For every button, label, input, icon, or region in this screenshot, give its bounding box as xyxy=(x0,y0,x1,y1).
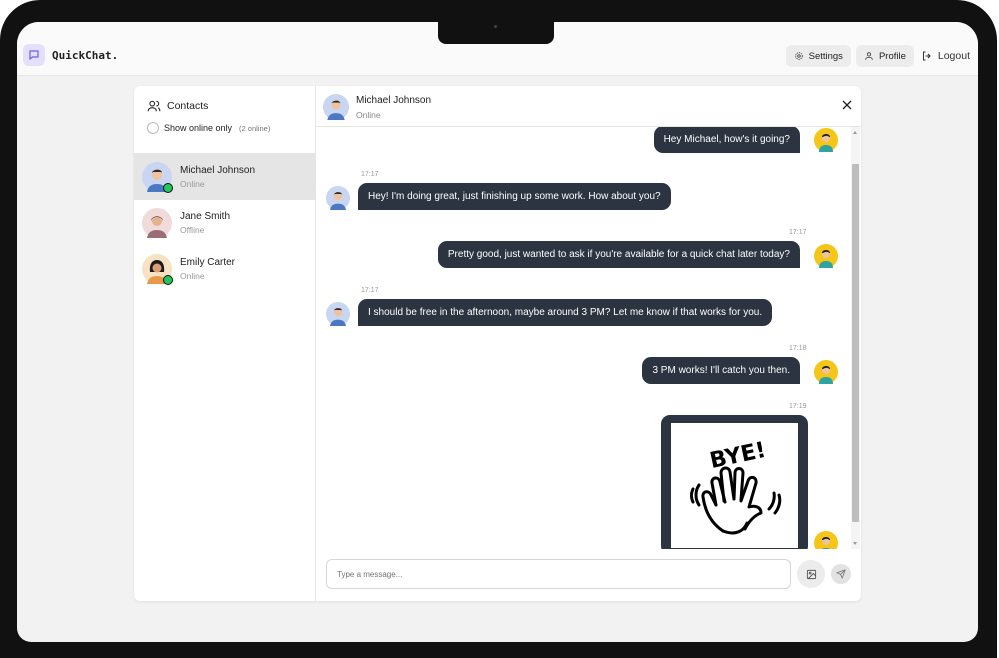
contact-item-jane-smith[interactable]: Jane Smith Offline xyxy=(134,200,315,246)
message-timestamp: 17:17 xyxy=(789,229,807,236)
avatar xyxy=(142,208,172,238)
contact-status: Offline xyxy=(180,225,205,235)
scroll-up-arrow-icon[interactable] xyxy=(853,131,857,134)
send-button[interactable] xyxy=(831,564,851,584)
online-indicator xyxy=(163,275,173,285)
message-bubble-received: I should be free in the afternoon, maybe… xyxy=(358,299,773,326)
message-bubble-sent: Pretty good, just wanted to ask if you'r… xyxy=(437,241,800,268)
gear-icon xyxy=(794,52,803,60)
contact-item-emily-carter[interactable]: Emily Carter Online xyxy=(134,246,315,292)
brand[interactable]: QuickChat. xyxy=(23,44,118,66)
avatar xyxy=(323,94,349,120)
chat-bubble-icon xyxy=(23,44,45,66)
online-only-checkbox[interactable] xyxy=(147,122,159,134)
scroll-down-arrow-icon[interactable] xyxy=(853,542,857,545)
message-bubble-sent: Hey Michael, how's it going? xyxy=(653,127,800,153)
contact-avatar xyxy=(326,302,350,326)
logout-label: Logout xyxy=(937,50,970,62)
user-icon xyxy=(865,52,873,60)
profile-label: Profile xyxy=(878,50,906,62)
bye-sticker: BYE! xyxy=(671,423,798,548)
chat-contact-name: Michael Johnson xyxy=(356,95,432,106)
contact-avatar xyxy=(326,186,350,210)
message-timestamp: 17:17 xyxy=(361,287,379,294)
message-bubble-received: Hey! I'm doing great, just finishing up … xyxy=(358,183,671,210)
contact-status: Online xyxy=(180,179,205,189)
online-indicator xyxy=(163,183,173,193)
online-filter-label: Show online only xyxy=(164,123,233,133)
contacts-sidebar: Contacts Show online only (2 online) Mic… xyxy=(134,86,316,601)
app-screen: QuickChat. Settings Profile Logout Conta… xyxy=(17,22,978,642)
chat-container: Contacts Show online only (2 online) Mic… xyxy=(134,86,861,601)
settings-button[interactable]: Settings xyxy=(785,45,851,67)
chat-contact-status: Online xyxy=(356,110,381,120)
message-list: Hey Michael, how's it going? 17:17 Hey! … xyxy=(316,127,849,549)
message-timestamp: 17:17 xyxy=(361,171,379,178)
online-count: (2 online) xyxy=(239,123,271,133)
message-input[interactable] xyxy=(326,559,791,589)
attach-image-button[interactable] xyxy=(797,560,825,588)
logout-icon xyxy=(922,51,931,61)
contacts-title: Contacts xyxy=(167,100,209,112)
send-icon xyxy=(836,569,846,579)
chat-panel: Michael Johnson Online Hey Michael, how'… xyxy=(316,86,861,601)
contact-name: Jane Smith xyxy=(180,211,231,222)
user-avatar xyxy=(814,531,838,549)
message-timestamp: 17:18 xyxy=(789,345,807,352)
app-name: QuickChat. xyxy=(52,48,119,62)
logout-button[interactable]: Logout xyxy=(919,45,972,67)
contact-item-michael-johnson[interactable]: Michael Johnson Online xyxy=(134,154,315,200)
camera-notch xyxy=(438,22,554,44)
user-avatar xyxy=(814,360,838,384)
message-composer xyxy=(316,549,861,601)
contact-name: Emily Carter xyxy=(180,257,236,268)
contacts-header: Contacts Show online only (2 online) xyxy=(134,86,315,154)
message-scrollbar[interactable] xyxy=(851,127,860,549)
user-avatar xyxy=(814,244,838,268)
avatar xyxy=(142,162,173,193)
online-filter[interactable]: Show online only (2 online) xyxy=(147,122,270,134)
user-avatar xyxy=(814,128,838,152)
chat-header: Michael Johnson Online xyxy=(316,86,861,127)
scrollbar-thumb[interactable] xyxy=(852,164,859,522)
message-bubble-sent: 3 PM works! I'll catch you then. xyxy=(642,357,800,384)
avatar xyxy=(142,254,173,285)
contact-status: Online xyxy=(180,271,205,281)
image-icon xyxy=(806,569,816,579)
profile-button[interactable]: Profile xyxy=(855,45,914,67)
users-icon xyxy=(147,100,161,112)
sticker-message: BYE! xyxy=(661,415,808,549)
settings-label: Settings xyxy=(808,50,843,62)
close-icon[interactable] xyxy=(841,99,853,111)
message-timestamp: 17:19 xyxy=(789,403,807,410)
contact-name: Michael Johnson xyxy=(180,165,256,176)
